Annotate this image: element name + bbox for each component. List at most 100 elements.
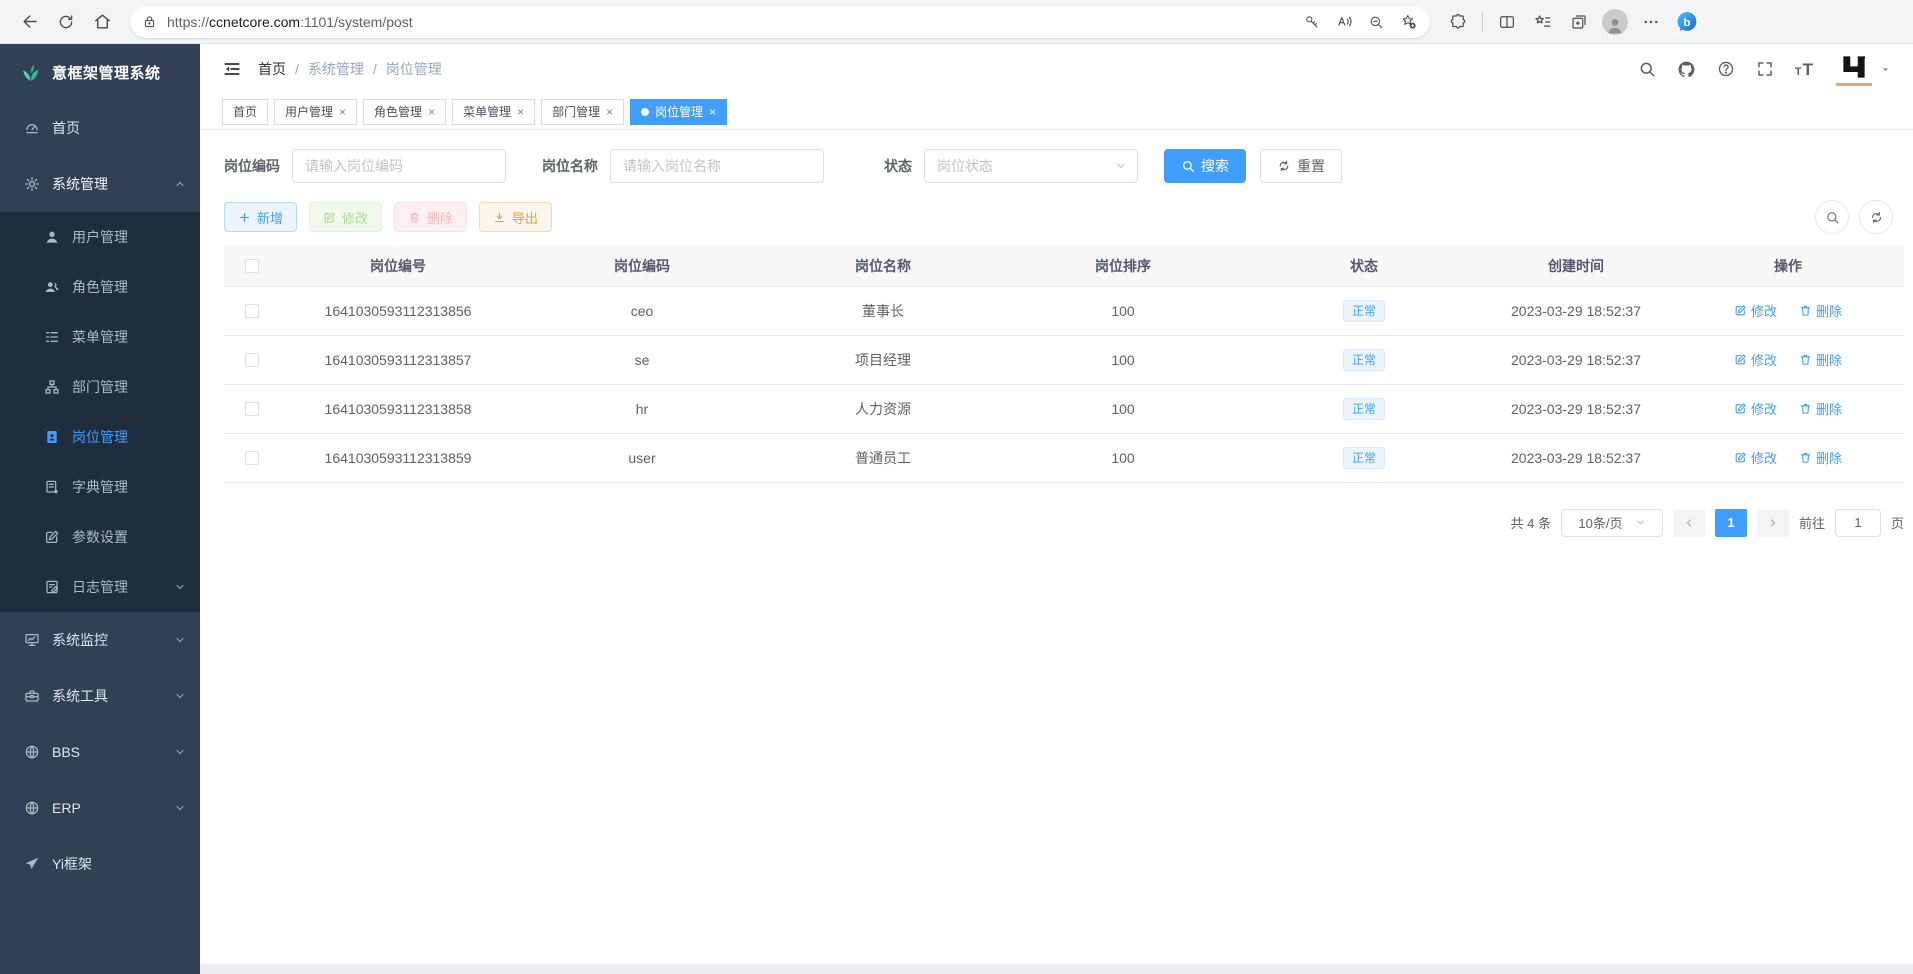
active-dot [641, 108, 649, 116]
sidebar-item-label: 参数设置 [72, 527, 128, 547]
sidebar-item-roles[interactable]: 角色管理 [0, 262, 200, 312]
tab-close-icon[interactable]: × [709, 105, 716, 119]
row-delete-link[interactable]: 删除 [1799, 448, 1842, 467]
sidebar-item-label: 首页 [52, 118, 80, 138]
zoom-out-button[interactable] [1360, 8, 1392, 36]
row-delete-link[interactable]: 删除 [1799, 350, 1842, 369]
tab-close-icon[interactable]: × [339, 105, 346, 119]
edit-button[interactable]: 修改 [309, 202, 382, 232]
post-management-page: 岗位编码 岗位名称 状态 岗位状态 搜索 重置 [200, 130, 1913, 964]
row-checkbox[interactable] [245, 402, 259, 416]
breadcrumb-system[interactable]: 系统管理 [308, 59, 364, 79]
sidebar-item-logs[interactable]: 日志管理 [0, 562, 200, 612]
next-page-button[interactable] [1757, 509, 1789, 537]
address-bar[interactable]: https://ccnetcore.com:1101/system/post [130, 6, 1430, 38]
row-edit-link[interactable]: 修改 [1734, 301, 1777, 320]
profile-button[interactable] [1597, 5, 1633, 39]
favorites-button[interactable] [1525, 5, 1561, 39]
row-edit-link[interactable]: 修改 [1734, 350, 1777, 369]
tab-close-icon[interactable]: × [517, 105, 524, 119]
tab-departments[interactable]: 部门管理 × [541, 99, 624, 125]
user-avatar[interactable] [1834, 52, 1891, 86]
row-delete-link[interactable]: 删除 [1799, 399, 1842, 418]
page-number-1[interactable]: 1 [1715, 509, 1747, 537]
dashboard-icon [24, 120, 40, 136]
favorite-add-button[interactable] [1392, 8, 1424, 36]
export-button[interactable]: 导出 [479, 202, 552, 232]
delete-link-label: 删除 [1816, 350, 1842, 369]
sidebar-item-yi-framework[interactable]: Yi框架 [0, 836, 200, 892]
post-code-input[interactable] [292, 149, 506, 183]
sidebar-item-departments[interactable]: 部门管理 [0, 362, 200, 412]
font-size-icon[interactable]: TT [1795, 61, 1813, 78]
row-checkbox[interactable] [245, 304, 259, 318]
prev-page-button[interactable] [1673, 509, 1705, 537]
column-created-time: 创建时间 [1480, 246, 1672, 286]
browser-home-button[interactable] [84, 5, 120, 39]
add-button[interactable]: 新增 [224, 202, 297, 232]
github-icon[interactable] [1677, 60, 1696, 79]
sidebar-item-menus[interactable]: 菜单管理 [0, 312, 200, 362]
search-button[interactable]: 搜索 [1164, 149, 1246, 183]
post-name-input[interactable] [610, 149, 824, 183]
sidebar-fold-button[interactable] [222, 59, 242, 79]
page-size-select[interactable]: 10条/页 [1561, 509, 1663, 537]
search-button-label: 搜索 [1201, 156, 1229, 176]
delete-button[interactable]: 删除 [394, 202, 467, 232]
sidebar-item-tools[interactable]: 系统工具 [0, 668, 200, 724]
sidebar-item-monitoring[interactable]: 系统监控 [0, 612, 200, 668]
reset-button[interactable]: 重置 [1260, 149, 1342, 183]
sidebar-item-home[interactable]: 首页 [0, 100, 200, 156]
gear-icon [24, 176, 40, 192]
app-title: 意框架管理系统 [52, 62, 161, 83]
chevron-up-icon [174, 178, 186, 190]
tab-close-icon[interactable]: × [606, 105, 613, 119]
tab-roles[interactable]: 角色管理 × [363, 99, 446, 125]
collections-button[interactable] [1561, 5, 1597, 39]
globe-icon [24, 744, 40, 760]
sidebar-item-parameters[interactable]: 参数设置 [0, 512, 200, 562]
refresh-table-button[interactable] [1859, 200, 1893, 234]
read-aloud-button[interactable] [1328, 8, 1360, 36]
sidebar-item-users[interactable]: 用户管理 [0, 212, 200, 262]
row-checkbox[interactable] [245, 353, 259, 367]
total-count: 共 4 条 [1511, 513, 1551, 532]
tab-close-icon[interactable]: × [428, 105, 435, 119]
tab-posts[interactable]: 岗位管理 × [630, 99, 727, 125]
sidebar-item-bbs[interactable]: BBS [0, 724, 200, 780]
chevron-down-icon [174, 581, 186, 593]
tab-menus[interactable]: 菜单管理 × [452, 99, 535, 125]
split-screen-button[interactable] [1489, 5, 1525, 39]
show-search-toggle-button[interactable] [1815, 200, 1849, 234]
row-delete-link[interactable]: 删除 [1799, 301, 1842, 320]
breadcrumb-separator: / [295, 61, 299, 77]
row-edit-link[interactable]: 修改 [1734, 399, 1777, 418]
horizontal-scrollbar-track[interactable] [200, 964, 1913, 974]
help-icon[interactable] [1717, 60, 1735, 78]
header-search-icon[interactable] [1638, 60, 1656, 78]
user-icon [44, 229, 60, 245]
status-select[interactable]: 岗位状态 [924, 149, 1138, 183]
sidebar-item-dictionaries[interactable]: 字典管理 [0, 462, 200, 512]
sidebar-item-system[interactable]: 系统管理 [0, 156, 200, 212]
browser-refresh-button[interactable] [48, 5, 84, 39]
select-all-checkbox[interactable] [245, 259, 259, 273]
fullscreen-icon[interactable] [1756, 60, 1774, 78]
tab-users[interactable]: 用户管理 × [274, 99, 357, 125]
url-path: :1101/system/post [300, 14, 413, 30]
copilot-button[interactable]: b [1669, 5, 1705, 39]
browser-menu-button[interactable] [1633, 5, 1669, 39]
extensions-button[interactable] [1440, 5, 1476, 39]
password-button[interactable] [1296, 8, 1328, 36]
browser-back-button[interactable] [12, 5, 48, 39]
goto-page-input[interactable] [1835, 509, 1881, 537]
tab-home[interactable]: 首页 [222, 99, 268, 125]
row-checkbox[interactable] [245, 451, 259, 465]
sidebar-item-erp[interactable]: ERP [0, 780, 200, 836]
tag-tab-bar: 首页 用户管理 × 角色管理 × 菜单管理 × 部门管理 × 岗位管理 × [200, 94, 1913, 130]
toolbar-divider [1482, 12, 1483, 32]
chevron-right-icon [1767, 517, 1779, 529]
breadcrumb-home[interactable]: 首页 [258, 59, 286, 79]
row-edit-link[interactable]: 修改 [1734, 448, 1777, 467]
sidebar-item-posts[interactable]: 岗位管理 [0, 412, 200, 462]
